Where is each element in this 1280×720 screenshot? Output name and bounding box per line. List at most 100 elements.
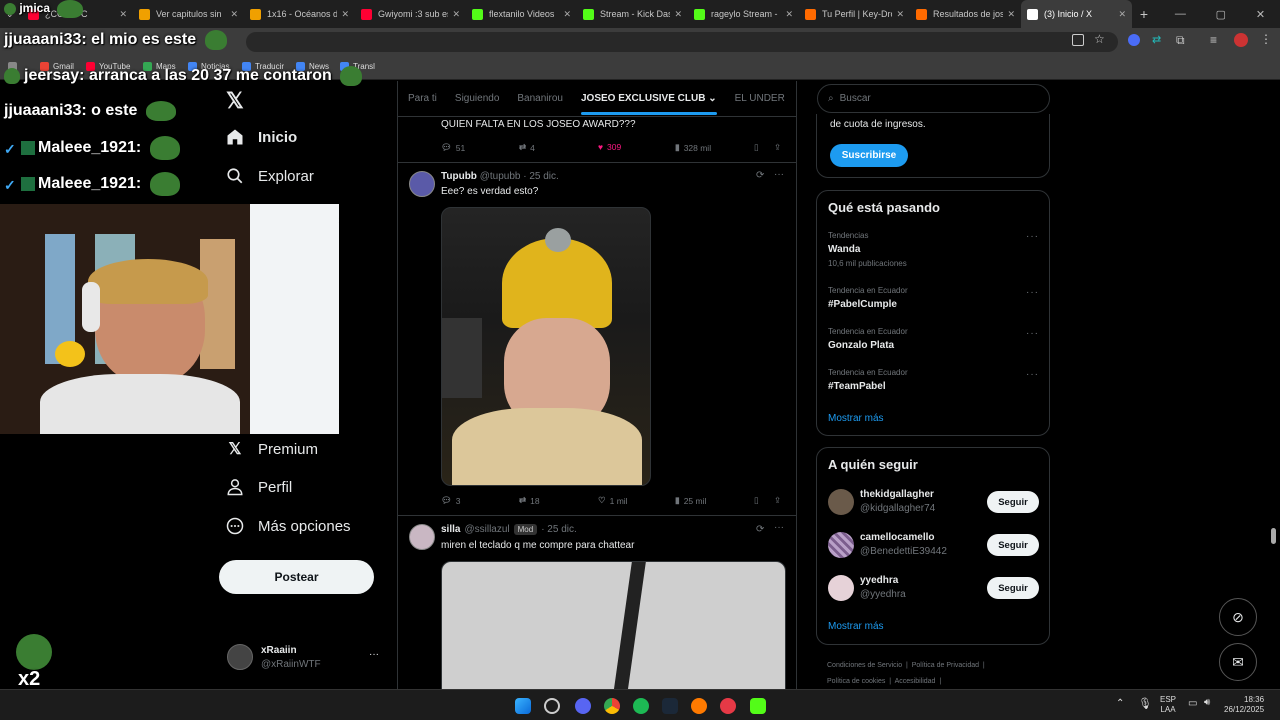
- network-icon[interactable]: ▭: [1188, 698, 1197, 709]
- post-author-handle[interactable]: @tupubb: [480, 171, 521, 182]
- bookmark-icon[interactable]: ▯: [754, 495, 759, 506]
- steam-icon[interactable]: [662, 698, 678, 714]
- subscribe-button[interactable]: Suscribirse: [830, 144, 908, 167]
- maximize-icon[interactable]: ▢: [1216, 8, 1226, 21]
- views-button[interactable]: ▮ 25 mil: [675, 495, 706, 506]
- avatar[interactable]: [409, 171, 435, 197]
- new-tab-button[interactable]: +: [1132, 0, 1156, 28]
- like-button[interactable]: ♡ 1 mil: [598, 495, 628, 506]
- post-button[interactable]: Postear: [219, 560, 374, 594]
- tab-el-under[interactable]: EL UNDER: [735, 93, 785, 104]
- kick-icon[interactable]: [750, 698, 766, 714]
- install-icon[interactable]: [1072, 34, 1084, 46]
- nav-explorar[interactable]: Explorar: [226, 167, 314, 185]
- avatar[interactable]: [409, 524, 435, 550]
- show-more-follow-link[interactable]: Mostrar más: [828, 621, 884, 632]
- tab-close-icon[interactable]: ✕: [785, 9, 793, 20]
- trend-name[interactable]: Gonzalo Plata: [828, 340, 894, 351]
- trend-more-icon[interactable]: ···: [1026, 287, 1039, 298]
- nav-premium[interactable]: 𝕏 Premium: [226, 439, 318, 459]
- app-icon[interactable]: [691, 698, 707, 714]
- browser-tab[interactable]: 1x16 - Océanos de ✕: [244, 0, 355, 28]
- post-date[interactable]: · 25 dic.: [523, 171, 559, 182]
- nav-mas-opciones[interactable]: Más opciones: [226, 517, 351, 535]
- follow-button[interactable]: Seguir: [987, 491, 1039, 513]
- url-field[interactable]: [246, 32, 1118, 52]
- bookmark-star-icon[interactable]: ☆: [1094, 32, 1105, 46]
- trend-name[interactable]: #PabelCumple: [828, 299, 897, 310]
- reply-button[interactable]: 💬︎ 51: [441, 142, 465, 153]
- post-more-icon[interactable]: ···: [774, 522, 784, 533]
- grok-fab[interactable]: ⊘: [1219, 598, 1257, 636]
- follow-name[interactable]: thekidgallagher: [860, 489, 934, 500]
- footer-link[interactable]: Condiciones de Servicio: [827, 662, 902, 669]
- repost-button[interactable]: ⇄ 4: [519, 142, 535, 153]
- minimize-icon[interactable]: —: [1175, 8, 1186, 20]
- search-box[interactable]: ⌕ Buscar: [817, 84, 1050, 113]
- post-author-handle[interactable]: @ssillazul: [464, 524, 509, 535]
- translate-extension-icon[interactable]: ⇄: [1152, 33, 1161, 46]
- browser-tab[interactable]: Tu Perfil | Key-Dro ✕: [799, 0, 910, 28]
- like-button[interactable]: ♥ 309: [598, 142, 621, 152]
- x-logo-icon[interactable]: 𝕏: [226, 88, 244, 114]
- tab-close-icon[interactable]: ✕: [119, 9, 127, 20]
- bookmark-icon[interactable]: ▯: [754, 142, 759, 153]
- post-author-name[interactable]: silla: [441, 524, 460, 535]
- grok-icon[interactable]: ⟳: [756, 170, 764, 181]
- tab-close-icon[interactable]: ✕: [341, 9, 349, 20]
- avatar[interactable]: [828, 575, 854, 601]
- close-icon[interactable]: ✕: [1256, 8, 1265, 21]
- grok-icon[interactable]: ⟳: [756, 524, 764, 535]
- chrome-icon[interactable]: [604, 698, 620, 714]
- tab-close-icon[interactable]: ✕: [1007, 9, 1015, 20]
- tab-close-icon[interactable]: ✕: [896, 9, 904, 20]
- start-icon[interactable]: [515, 698, 531, 714]
- browser-tab[interactable]: Resultados de jos ✕: [910, 0, 1021, 28]
- trend-more-icon[interactable]: ···: [1026, 328, 1039, 339]
- language-indicator[interactable]: ESP LAA: [1160, 695, 1176, 715]
- clock[interactable]: 18:36 26/12/2025: [1224, 695, 1264, 715]
- tab-siguiendo[interactable]: Siguiendo: [455, 93, 499, 104]
- trend-name[interactable]: #TeamPabel: [828, 381, 886, 392]
- trend-more-icon[interactable]: ···: [1026, 369, 1039, 380]
- share-icon[interactable]: ⇪: [774, 495, 781, 506]
- discord-icon[interactable]: [575, 698, 591, 714]
- browser-tab[interactable]: Stream - Kick Das ✕: [577, 0, 688, 28]
- reading-list-icon[interactable]: ≡: [1210, 33, 1217, 47]
- reply-button[interactable]: 💬︎ 3: [441, 495, 461, 506]
- browser-tab[interactable]: (3) Inicio / X ✕: [1021, 0, 1132, 28]
- avatar[interactable]: [828, 532, 854, 558]
- account-more-icon[interactable]: ···: [369, 649, 379, 660]
- tab-close-icon[interactable]: ✕: [563, 9, 571, 20]
- show-more-trends-link[interactable]: Mostrar más: [828, 413, 884, 424]
- post-2-video[interactable]: [441, 207, 651, 486]
- tab-close-icon[interactable]: ✕: [674, 9, 682, 20]
- follow-name[interactable]: yyedhra: [860, 575, 898, 586]
- share-icon[interactable]: ⇪: [774, 142, 781, 153]
- extension-icon[interactable]: [1128, 34, 1140, 46]
- tab-joseo-exclusive-club[interactable]: JOSEO EXCLUSIVE CLUB ⌄: [580, 93, 717, 115]
- scrollbar-thumb[interactable]: [1271, 528, 1276, 544]
- post-more-icon[interactable]: ···: [774, 169, 784, 180]
- views-button[interactable]: ▮ 328 mil: [675, 142, 711, 153]
- post-author-name[interactable]: Tupubb: [441, 171, 477, 182]
- nav-inicio[interactable]: Inicio: [226, 128, 297, 146]
- footer-link[interactable]: Política de cookies: [827, 678, 885, 685]
- tab-close-icon[interactable]: ✕: [1118, 9, 1126, 20]
- repost-button[interactable]: ⇄ 18: [519, 495, 540, 506]
- microphone-icon[interactable]: 🎙︎: [1138, 697, 1152, 710]
- follow-button[interactable]: Seguir: [987, 534, 1039, 556]
- avatar[interactable]: [828, 489, 854, 515]
- browser-tab[interactable]: rageylo Stream - ✕: [688, 0, 799, 28]
- profile-avatar-icon[interactable]: [1234, 33, 1248, 47]
- volume-icon[interactable]: 🔊︎: [1204, 697, 1210, 708]
- trend-more-icon[interactable]: ···: [1026, 231, 1039, 242]
- footer-link[interactable]: Política de Privacidad: [912, 662, 979, 669]
- post-date[interactable]: · 25 dic.: [541, 524, 577, 535]
- footer-link[interactable]: Accesibilidad: [895, 678, 936, 685]
- tab-para-ti[interactable]: Para ti: [408, 93, 437, 104]
- browser-tab[interactable]: Ver capitulos sin ✕: [133, 0, 244, 28]
- extensions-puzzle-icon[interactable]: ⧉: [1176, 33, 1185, 48]
- spotify-icon[interactable]: [633, 698, 649, 714]
- browser-tab[interactable]: flextanilo Videos ✕: [466, 0, 577, 28]
